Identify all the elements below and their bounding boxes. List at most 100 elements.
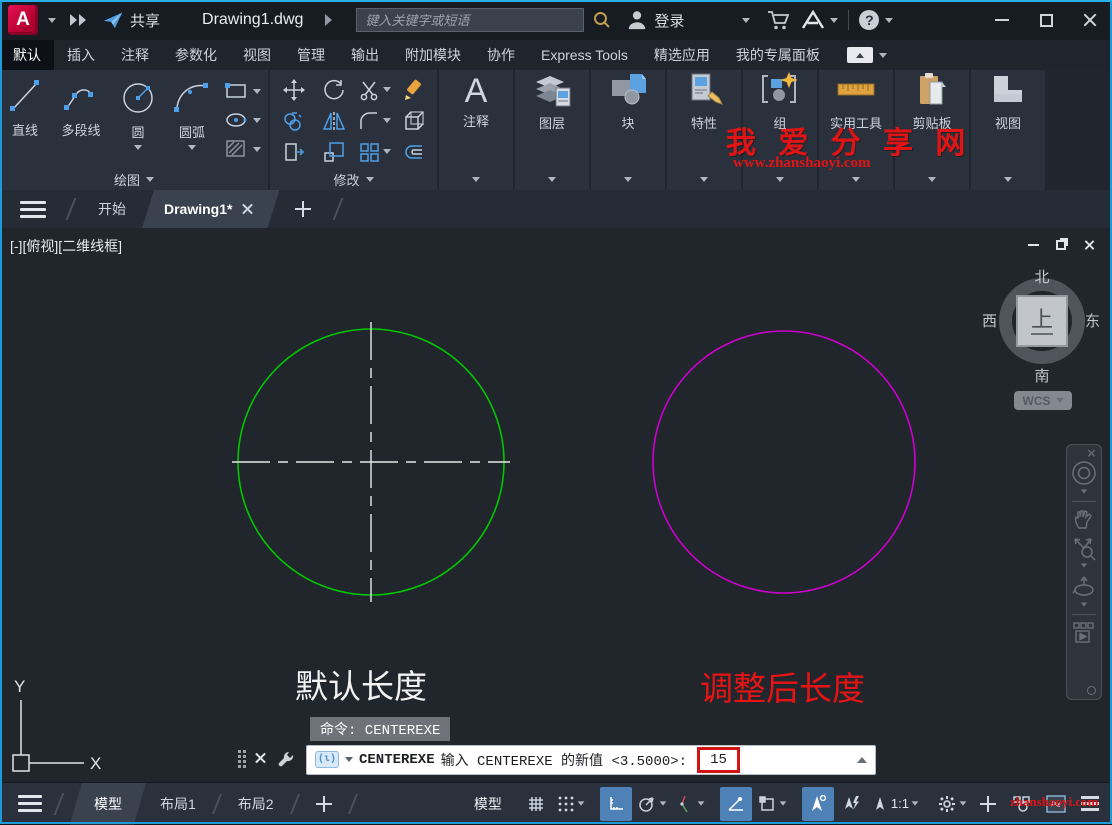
ribbon-tab-output[interactable]: 输出	[338, 40, 392, 70]
minimize-button[interactable]	[980, 3, 1024, 37]
annotate-button[interactable]: A 注释	[439, 70, 513, 168]
command-wrench-icon[interactable]	[276, 750, 296, 770]
model-tab[interactable]: 模型	[70, 783, 146, 825]
annotation-autoscale-toggle[interactable]	[836, 787, 868, 821]
layout1-tab[interactable]: 布局1	[146, 783, 210, 825]
isodraft-caret-icon[interactable]	[697, 801, 705, 806]
ribbon-tab-view[interactable]: 视图	[230, 40, 284, 70]
customization-gear-button[interactable]	[934, 787, 970, 821]
osnap-toggle[interactable]	[754, 787, 790, 821]
layout2-tab[interactable]: 布局2	[224, 783, 288, 825]
ribbon-tab-manage[interactable]: 管理	[284, 40, 338, 70]
ribbon-tab-featured-apps[interactable]: 精选应用	[641, 40, 723, 70]
search-input[interactable]	[356, 8, 585, 32]
fillet-caret-icon[interactable]	[382, 118, 391, 123]
panel-layers-footer[interactable]	[515, 168, 589, 190]
circle-tool[interactable]: 圆	[112, 70, 164, 168]
panel-block-footer[interactable]	[591, 168, 665, 190]
command-recent-caret-icon[interactable]	[345, 757, 353, 762]
isodraft-toggle[interactable]	[672, 787, 708, 821]
block-button[interactable]: 块	[591, 70, 665, 168]
viewport-minimize-icon[interactable]	[1026, 238, 1040, 252]
polar-caret-icon[interactable]	[659, 801, 667, 806]
arc-dropdown-caret-icon[interactable]	[188, 145, 196, 150]
navigation-bar[interactable]	[1066, 444, 1102, 700]
orbit-caret-icon[interactable]	[1080, 602, 1088, 607]
zoom-caret-icon[interactable]	[1080, 563, 1088, 568]
close-button[interactable]	[1068, 3, 1112, 37]
fillet-tool[interactable]	[358, 110, 391, 132]
ribbon-tab-annotate[interactable]: 注释	[108, 40, 162, 70]
ribbon-tab-custom-panel[interactable]: 我的专属面板	[723, 40, 833, 70]
ribbon-tab-collaborate[interactable]: 协作	[474, 40, 528, 70]
user-icon[interactable]	[626, 9, 648, 31]
file-tabs-menu-icon[interactable]	[20, 200, 46, 218]
layout-menu-icon[interactable]	[18, 795, 42, 812]
view-cube-north[interactable]: 北	[982, 266, 1102, 287]
layers-button[interactable]: 图层	[515, 70, 589, 168]
explode-tool[interactable]	[402, 109, 426, 133]
command-input-bar[interactable]: (ι) CENTEREXE 输入 CENTEREXE 的新值 <3.5000>:…	[306, 744, 876, 775]
drawing-canvas[interactable]: Y X	[0, 228, 1112, 782]
trim-tool[interactable]	[358, 79, 391, 101]
drawing-viewport[interactable]: [-][俯视][二维线框] Y X 默认长度 调整后长度 北 南 西 东 上 W…	[0, 228, 1112, 782]
share-label[interactable]: 共享	[130, 10, 160, 31]
arc-tool[interactable]: 圆弧	[164, 70, 220, 168]
line-tool[interactable]: 直线	[0, 70, 50, 168]
model-space-button[interactable]: 模型	[466, 794, 510, 814]
ribbon-tab-express-tools[interactable]: Express Tools	[528, 40, 641, 70]
signin-caret-icon[interactable]	[742, 17, 751, 23]
copy-tool[interactable]	[282, 109, 306, 133]
orbit-icon[interactable]	[1071, 574, 1097, 600]
ribbon-collapse-button[interactable]	[846, 40, 887, 70]
ellipse-caret-icon[interactable]	[253, 117, 261, 123]
help-icon[interactable]: ?	[859, 10, 880, 30]
view-cube-east[interactable]: 东	[1085, 310, 1100, 331]
erase-tool[interactable]	[402, 78, 426, 102]
app-menu-caret-icon[interactable]	[48, 17, 56, 23]
maximize-button[interactable]	[1024, 3, 1068, 37]
scale-tool[interactable]	[322, 140, 346, 164]
showmotion-icon[interactable]	[1071, 620, 1097, 646]
command-drag-handle[interactable]	[238, 750, 247, 769]
ellipse-tool[interactable]	[224, 107, 261, 133]
quick-access-expand-icon[interactable]	[70, 14, 88, 26]
wheel-caret-icon[interactable]	[1080, 489, 1088, 494]
viewport-close-icon[interactable]	[1082, 238, 1096, 252]
viewport-restore-icon[interactable]	[1054, 238, 1068, 252]
share-icon[interactable]	[102, 9, 124, 31]
offset-tool[interactable]	[402, 140, 426, 164]
navigation-wheel-icon[interactable]	[1070, 459, 1098, 487]
command-close-icon[interactable]	[255, 751, 266, 769]
file-tab-drawing1[interactable]: Drawing1*	[142, 190, 279, 228]
ribbon-tab-parametric[interactable]: 参数化	[162, 40, 230, 70]
osnap-caret-icon[interactable]	[779, 801, 787, 806]
gear-caret-icon[interactable]	[959, 801, 967, 806]
panel-properties-footer[interactable]	[667, 168, 741, 190]
trim-caret-icon[interactable]	[382, 87, 391, 92]
panel-draw-footer[interactable]: 绘图	[0, 168, 268, 190]
scale-caret-icon[interactable]	[911, 801, 919, 806]
signin-label[interactable]: 登录	[654, 10, 684, 31]
hatch-tool[interactable]	[224, 136, 261, 162]
circle-dropdown-caret-icon[interactable]	[134, 145, 142, 150]
command-line-dock[interactable]: (ι) CENTEREXE 输入 CENTEREXE 的新值 <3.5000>:…	[238, 743, 876, 776]
mirror-tool[interactable]	[322, 109, 346, 133]
ribbon-tab-home[interactable]: 默认	[0, 40, 54, 70]
array-caret-icon[interactable]	[382, 149, 391, 154]
view-cube-south[interactable]: 南	[982, 365, 1102, 386]
add-status-button[interactable]	[972, 787, 1004, 821]
wcs-menu[interactable]: WCS	[1014, 391, 1072, 410]
cart-icon[interactable]	[766, 9, 790, 31]
view-cube[interactable]: 北 南 西 东 上 WCS	[982, 266, 1102, 416]
move-tool[interactable]	[282, 78, 306, 102]
command-value[interactable]: 15	[697, 746, 740, 773]
search-icon[interactable]	[592, 10, 612, 30]
viewport-controls-label[interactable]: [-][俯视][二维线框]	[10, 236, 122, 256]
autodesk-logo-icon[interactable]	[800, 9, 826, 31]
ortho-toggle[interactable]	[599, 786, 632, 821]
otrack-toggle[interactable]	[719, 786, 752, 821]
polyline-tool[interactable]: 多段线	[50, 70, 112, 168]
array-tool[interactable]	[358, 141, 391, 163]
view-cube-top-face[interactable]: 上	[1016, 295, 1068, 347]
